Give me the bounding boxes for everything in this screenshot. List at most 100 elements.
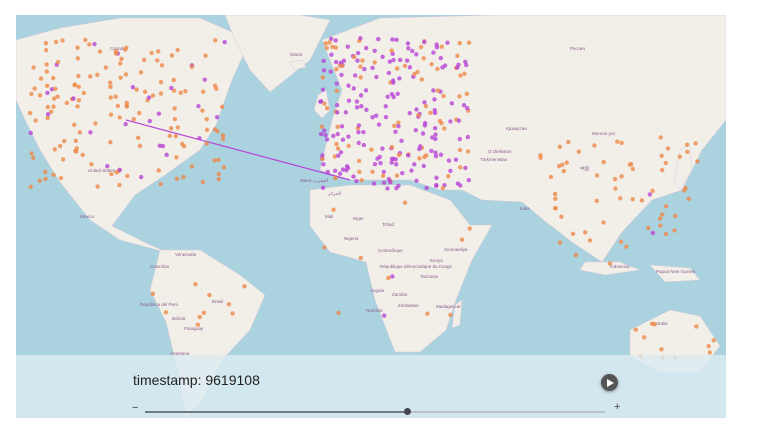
orange-data-point (219, 104, 225, 110)
purple-data-point (397, 76, 402, 81)
orange-data-point (425, 311, 430, 316)
orange-data-point (418, 44, 424, 50)
orange-data-point (119, 56, 124, 61)
orange-data-point (207, 292, 212, 298)
orange-data-point (43, 48, 49, 53)
purple-data-point (354, 105, 360, 110)
orange-data-point (43, 169, 48, 175)
orange-data-point (60, 38, 65, 43)
orange-data-point (125, 173, 130, 179)
orange-data-point (706, 343, 711, 349)
orange-data-point (60, 157, 66, 162)
zoom-in-step-button[interactable]: + (614, 401, 620, 413)
orange-data-point (53, 86, 58, 92)
purple-data-point (434, 175, 439, 180)
timeline-slider[interactable] (145, 408, 605, 415)
orange-data-point (131, 117, 137, 122)
purple-data-point (394, 37, 399, 42)
purple-data-point (390, 37, 395, 42)
orange-data-point (389, 48, 394, 53)
purple-data-point (434, 42, 439, 47)
purple-data-point (400, 171, 405, 176)
purple-data-point (421, 163, 426, 169)
orange-data-point (594, 198, 599, 204)
country-label: République démocratique du Congo (380, 264, 453, 269)
orange-data-point (334, 67, 339, 72)
purple-data-point (372, 48, 377, 54)
purple-data-point (358, 93, 364, 98)
purple-data-point (123, 121, 128, 127)
orange-data-point (429, 62, 434, 67)
country-label: Россия (570, 46, 585, 51)
orange-data-point (216, 171, 221, 177)
orange-data-point (552, 191, 558, 197)
country-label: Paraguay (184, 326, 204, 331)
orange-data-point (200, 108, 205, 113)
purple-data-point (147, 118, 152, 124)
purple-data-point (358, 36, 363, 41)
purple-data-point (650, 230, 656, 236)
orange-data-point (51, 75, 56, 81)
purple-data-point (361, 129, 366, 135)
purple-data-point (325, 169, 331, 175)
purple-data-point (396, 123, 401, 129)
purple-data-point (377, 154, 382, 160)
purple-data-point (418, 144, 423, 149)
orange-data-point (324, 106, 330, 111)
purple-data-point (386, 70, 392, 76)
orange-data-point (159, 63, 165, 68)
orange-data-point (459, 237, 465, 242)
orange-data-point (358, 255, 363, 261)
purple-data-point (453, 157, 459, 162)
country-label: Colombia (150, 264, 170, 269)
orange-data-point (358, 64, 363, 69)
orange-data-point (38, 76, 44, 81)
orange-data-point (173, 133, 178, 139)
country-label: Zambia (392, 292, 408, 297)
play-button[interactable] (601, 374, 618, 391)
purple-data-point (361, 142, 367, 148)
purple-data-point (429, 148, 434, 154)
orange-data-point (181, 175, 186, 180)
orange-data-point (64, 100, 70, 106)
orange-data-point (446, 173, 451, 179)
orange-data-point (402, 63, 408, 69)
purple-data-point (363, 88, 369, 93)
orange-data-point (123, 72, 129, 77)
purple-data-point (331, 133, 336, 139)
orange-data-point (51, 104, 56, 109)
orange-data-point (87, 42, 92, 47)
purple-data-point (344, 168, 349, 173)
orange-data-point (380, 173, 386, 179)
purple-data-point (105, 163, 110, 169)
orange-data-point (628, 161, 634, 167)
orange-data-point (117, 115, 122, 120)
zoom-out-step-button[interactable]: − (132, 402, 138, 414)
orange-data-point (168, 126, 174, 131)
orange-data-point (189, 164, 195, 169)
purple-data-point (385, 94, 390, 99)
purple-data-point (370, 65, 375, 70)
orange-data-point (467, 226, 472, 231)
purple-data-point (372, 161, 378, 167)
orange-data-point (570, 231, 576, 237)
orange-data-point (212, 127, 218, 132)
orange-data-point (370, 169, 375, 175)
purple-data-point (433, 132, 438, 137)
orange-data-point (319, 124, 324, 129)
purple-data-point (647, 192, 653, 197)
orange-data-point (45, 83, 50, 88)
orange-data-point (138, 70, 144, 75)
orange-data-point (659, 347, 664, 352)
purple-data-point (346, 83, 351, 88)
orange-data-point (169, 53, 175, 58)
orange-data-point (327, 40, 332, 45)
orange-data-point (335, 124, 340, 130)
orange-data-point (204, 141, 209, 146)
slider-thumb[interactable] (404, 408, 412, 415)
purple-data-point (321, 162, 326, 167)
purple-data-point (431, 50, 436, 55)
orange-data-point (665, 146, 671, 151)
orange-data-point (76, 73, 81, 79)
orange-data-point (615, 139, 620, 144)
